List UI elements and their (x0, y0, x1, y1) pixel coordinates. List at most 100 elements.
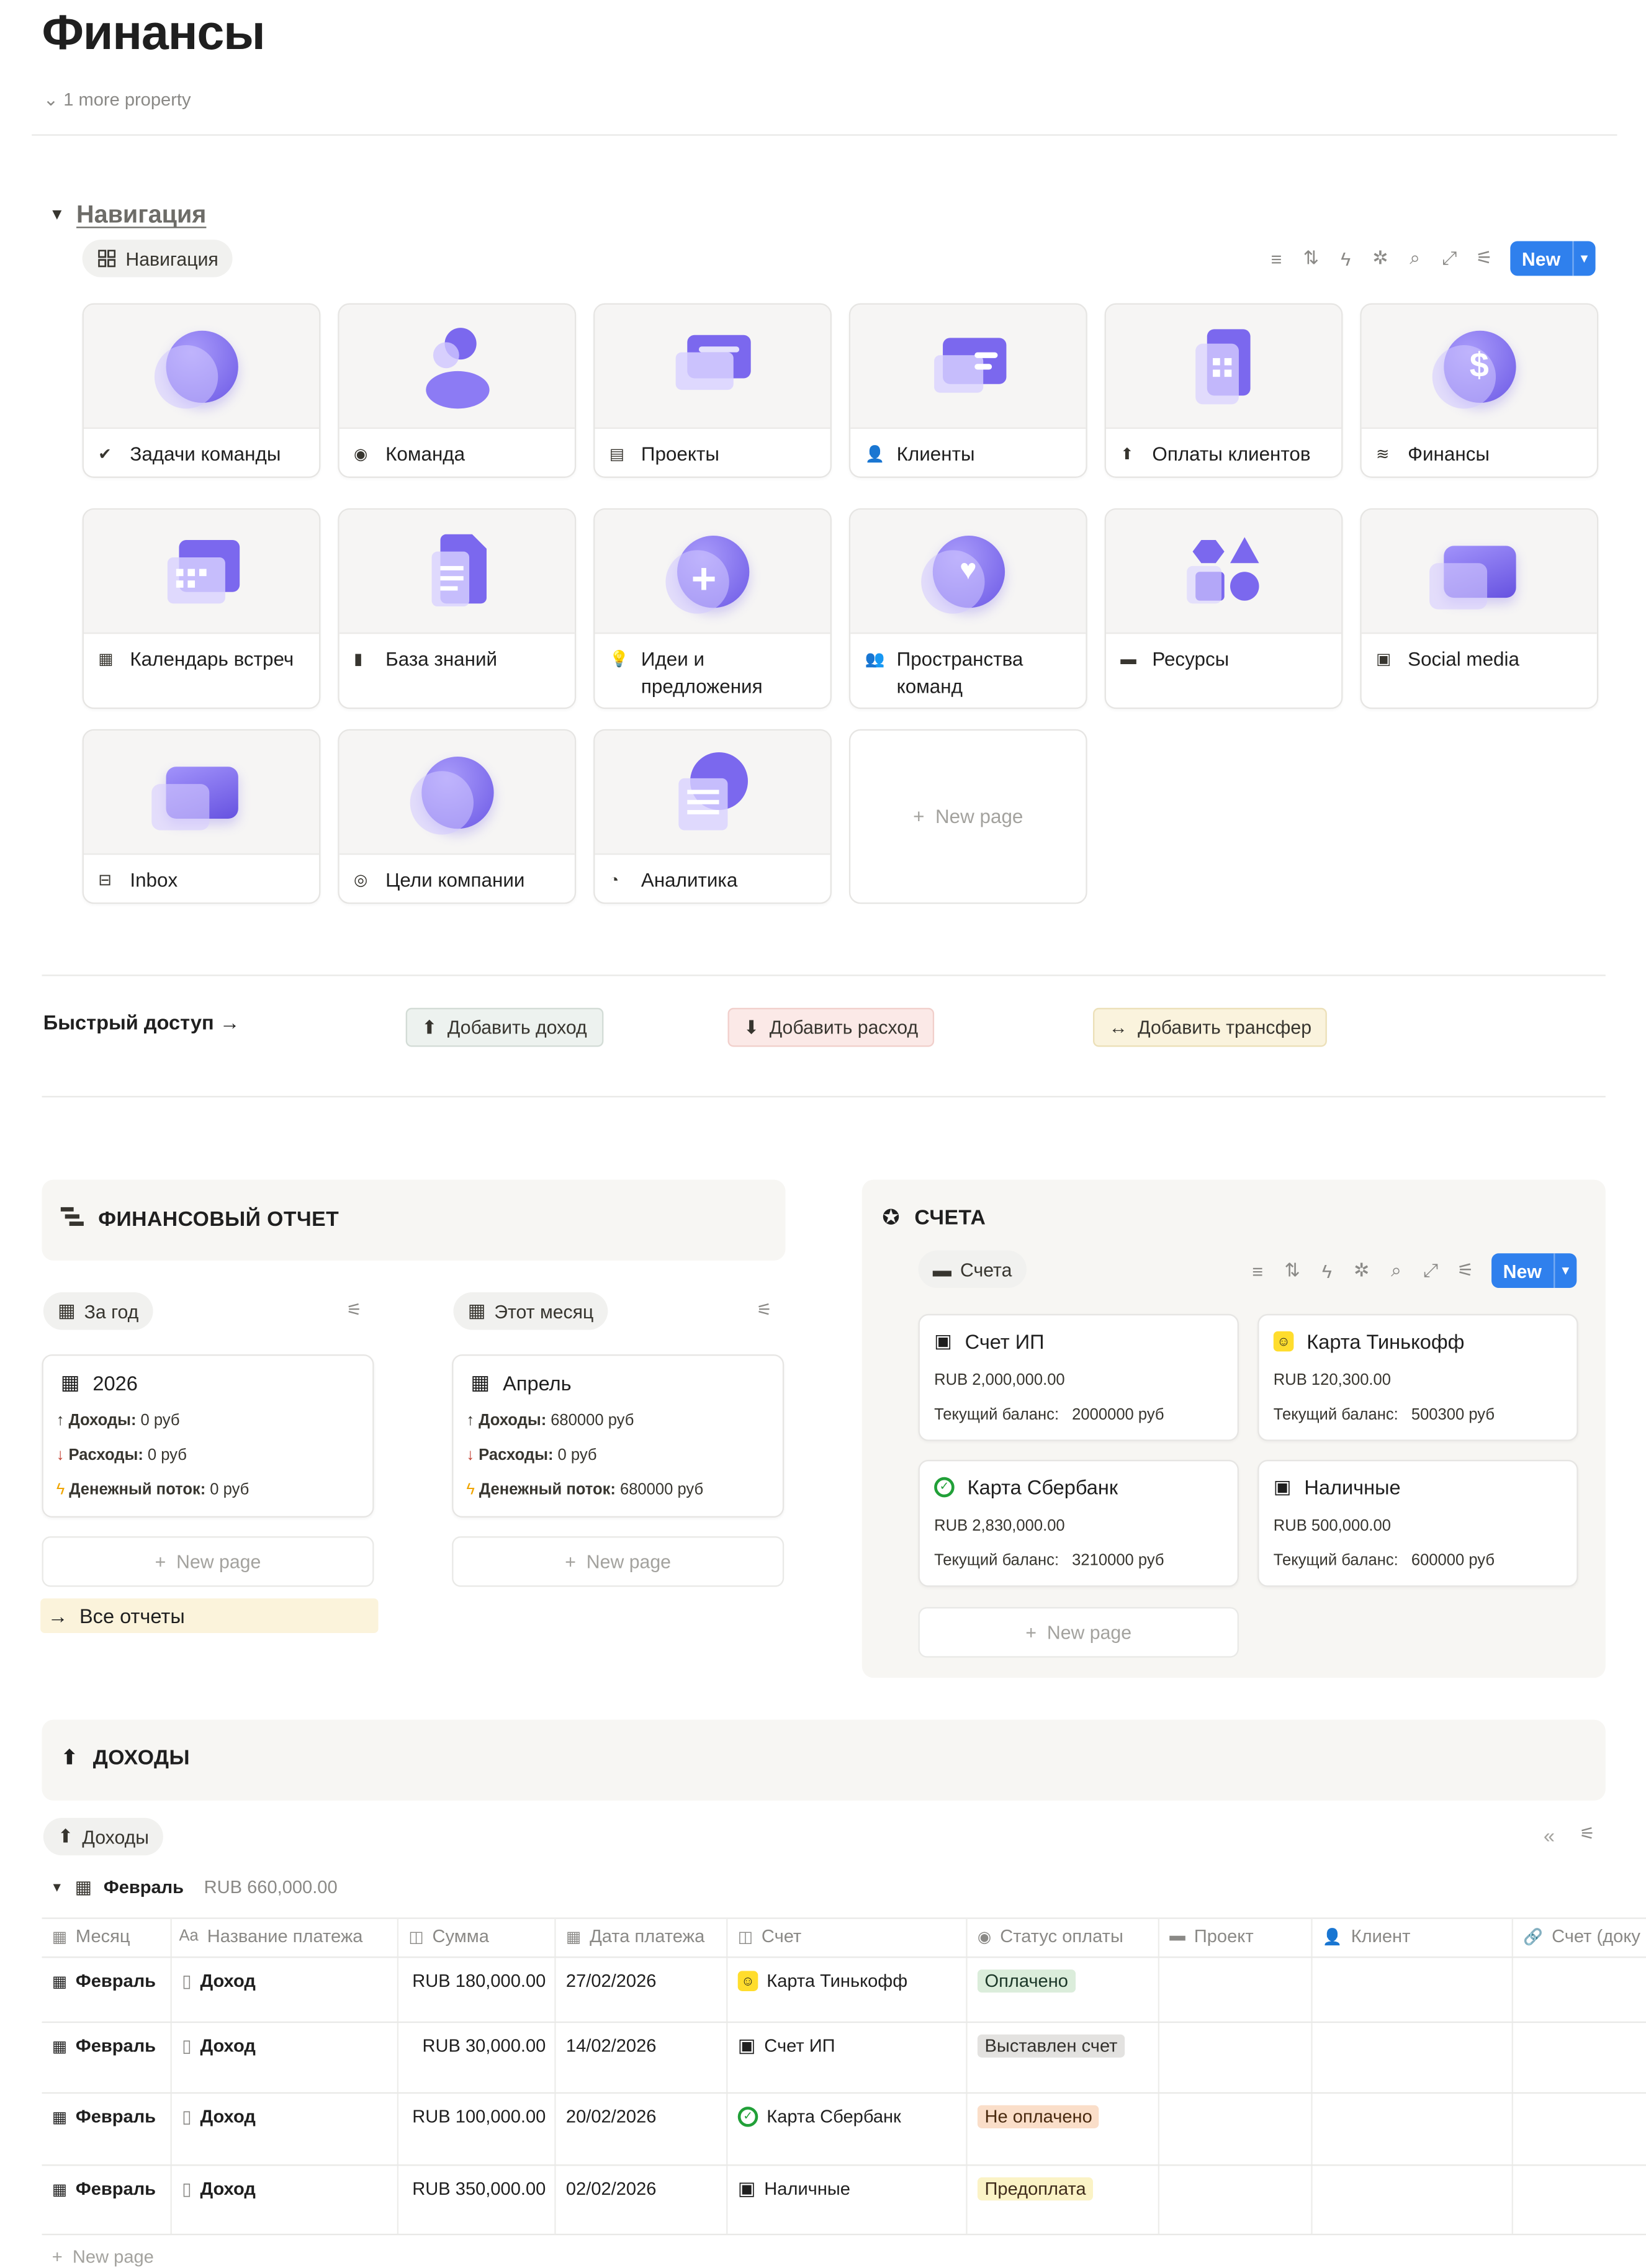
cell-sum[interactable]: RUB 30,000.00 (402, 2032, 546, 2061)
filter-icon[interactable]: ≡ (1265, 248, 1288, 269)
navigation-toggle[interactable]: ▼ Навигация (49, 200, 206, 230)
report-card-month[interactable]: ▦ Апрель ↑ Доходы: 680000 руб ↓ Расходы: 0 ру… (452, 1354, 785, 1518)
tab-dohody[interactable]: ⬆ Доходы (43, 1817, 164, 1856)
automation-icon[interactable]: ϟ (1334, 248, 1357, 269)
tab-scheta[interactable]: ▬ Счета (918, 1250, 1027, 1289)
expand-icon[interactable]: ⤢ (1419, 1259, 1442, 1282)
cell-sum[interactable]: RUB 350,000.00 (402, 2174, 546, 2203)
collapse-icon[interactable]: « (1544, 1824, 1555, 1847)
page-icon: ▯ (182, 1971, 192, 1991)
gallery-card[interactable]: ✔ Задачи команды (82, 303, 321, 479)
settings-icon[interactable]: ⚟ (1580, 1824, 1595, 1844)
card-cover (595, 731, 830, 855)
cell-month[interactable]: ▦ Февраль (52, 2174, 156, 2203)
ai-icon[interactable]: ✲ (1369, 247, 1392, 270)
cell-status[interactable]: Выставлен счет (977, 2032, 1125, 2061)
column-header[interactable]: ◫ Сумма (408, 1917, 489, 1955)
settings-icon[interactable]: ⚟ (1473, 247, 1496, 270)
cell-account[interactable]: ☺ Карта Тинькофф (737, 1966, 907, 1996)
column-header[interactable]: ▦ Месяц (52, 1917, 130, 1955)
search-icon[interactable]: ⌕ (1403, 247, 1426, 270)
add-income-button[interactable]: ⬆ Добавить доход (405, 1007, 603, 1047)
tab-navigation[interactable]: Навигация (82, 240, 233, 277)
card-cover (339, 731, 575, 855)
lightning-icon: ϟ (466, 1481, 475, 1499)
cell-name[interactable]: ▯ Доход (182, 2174, 256, 2203)
tab-etot-mesyac[interactable]: ▦ Этот месяц (453, 1292, 608, 1330)
gallery-card[interactable]: ▤ Проекты (593, 303, 832, 479)
gallery-card[interactable]: ◔ Аналитика (593, 729, 832, 904)
gallery-card[interactable]: ▬ Ресурсы (1104, 508, 1343, 709)
search-icon[interactable]: ⌕ (1385, 1259, 1408, 1282)
chevron-down-icon[interactable]: ▾ (1553, 1253, 1576, 1289)
view-settings-icon[interactable]: ⚟ (757, 1300, 772, 1320)
column-header[interactable]: ◫ Счет (738, 1917, 802, 1955)
add-expense-button[interactable]: ⬇ Добавить расход (727, 1007, 934, 1047)
accounts-new-button[interactable]: New ▾ (1491, 1253, 1576, 1289)
cell-status[interactable]: Предоплата (977, 2174, 1094, 2203)
cell-account[interactable]: ▣ Наличные (738, 2174, 850, 2203)
expand-icon[interactable]: ⤢ (1438, 247, 1461, 270)
tab-za-god[interactable]: ▦ За год (43, 1292, 153, 1330)
account-card[interactable]: ▣ Наличные RUB 500,000.00 Текущий баланс: 6… (1257, 1459, 1578, 1587)
gallery-card[interactable]: ▮ База знаний (338, 508, 577, 709)
cell-date[interactable]: 14/02/2026 (566, 2032, 657, 2061)
gallery-card[interactable]: ⬆ Оплаты клиентов (1104, 303, 1343, 479)
cell-date[interactable]: 20/02/2026 (566, 2102, 657, 2131)
gallery-card[interactable]: ◉ Команда (338, 303, 577, 479)
cell-name[interactable]: ▯ Доход (182, 2032, 256, 2061)
cell-name[interactable]: ▯ Доход (182, 1966, 256, 1996)
add-transfer-button[interactable]: ↔ Добавить трансфер (1093, 1007, 1328, 1047)
column-header[interactable]: 🔗 Счет (доку (1523, 1917, 1640, 1955)
ai-icon[interactable]: ✲ (1350, 1259, 1373, 1282)
new-page-card[interactable]: + New page (848, 729, 1087, 904)
column-header[interactable]: ▦ Дата платежа (566, 1917, 704, 1955)
arrow-up-circle-icon: ⬆ (60, 1747, 79, 1771)
cell-month[interactable]: ▦ Февраль (52, 1966, 156, 1996)
arrow-down-icon: ↓ (466, 1446, 475, 1464)
cell-account[interactable]: ✓ Карта Сбербанк (737, 2102, 901, 2131)
cell-status[interactable]: Не оплачено (977, 2102, 1100, 2131)
gallery-card[interactable]: ⊟ Inbox (82, 729, 321, 904)
new-page-button[interactable]: + New page (42, 1536, 374, 1587)
all-reports-link[interactable]: → Все отчеты (40, 1598, 379, 1634)
navigation-new-button[interactable]: New ▾ (1510, 241, 1596, 276)
gallery-card[interactable]: ◎ Цели компании (338, 729, 577, 904)
chevron-down-icon[interactable]: ▾ (1572, 241, 1595, 276)
cell-account[interactable]: ▣ Счет ИП (738, 2032, 835, 2061)
account-card[interactable]: ▣ Счет ИП RUB 2,000,000.00 Текущий баланс: … (918, 1313, 1239, 1441)
gallery-card[interactable]: $ ≋ Финансы (1360, 303, 1599, 479)
account-card[interactable]: ☺ Карта Тинькофф RUB 120,300.00 Текущий бал… (1257, 1313, 1578, 1441)
cell-month[interactable]: ▦ Февраль (52, 2102, 156, 2131)
column-header[interactable]: 👤 Клиент (1323, 1917, 1411, 1955)
gallery-card[interactable]: ♥ 👥 Пространства команд (848, 508, 1087, 709)
more-properties-toggle[interactable]: ⌄ 1 more property (43, 88, 191, 110)
sort-icon[interactable]: ⇅ (1280, 1259, 1303, 1282)
group-header-fevral[interactable]: ▼ ▦ Февраль RUB 660,000.00 (50, 1876, 337, 1897)
cell-name[interactable]: ▯ Доход (182, 2102, 256, 2131)
column-header[interactable]: ▬ Проект (1169, 1917, 1253, 1955)
cell-sum[interactable]: RUB 180,000.00 (402, 1966, 546, 1996)
view-settings-icon[interactable]: ⚟ (346, 1300, 362, 1320)
cell-date[interactable]: 02/02/2026 (566, 2174, 657, 2203)
gallery-card[interactable]: ▣ Social media (1360, 508, 1599, 709)
new-page-button[interactable]: + New page (918, 1607, 1239, 1658)
new-page-button[interactable]: + New page (452, 1536, 785, 1587)
new-page-row[interactable]: + New page (52, 2247, 154, 2267)
filter-icon[interactable]: ≡ (1246, 1260, 1269, 1282)
column-header[interactable]: ◉ Статус оплаты (978, 1917, 1123, 1955)
automation-icon[interactable]: ϟ (1315, 1260, 1338, 1282)
report-card-year[interactable]: ▦ 2026 ↑ Доходы: 0 руб ↓ Расходы: 0 руб ϟ Дене… (42, 1354, 374, 1518)
sort-icon[interactable]: ⇅ (1300, 247, 1323, 270)
cell-month[interactable]: ▦ Февраль (52, 2032, 156, 2061)
gallery-card[interactable]: + 💡 Идеи и предложения (593, 508, 832, 709)
cell-sum[interactable]: RUB 100,000.00 (402, 2102, 546, 2131)
cell-date[interactable]: 27/02/2026 (566, 1966, 657, 1996)
column-header[interactable]: Aa Название платежа (179, 1917, 362, 1955)
account-card[interactable]: ✓ Карта Сбербанк RUB 2,830,000.00 Текущий б… (918, 1459, 1239, 1587)
account-amount: RUB 2,000,000.00 (934, 1371, 1065, 1389)
gallery-card[interactable]: ▦ Календарь встреч (82, 508, 321, 709)
cell-status[interactable]: Оплачено (977, 1966, 1076, 1996)
settings-icon[interactable]: ⚟ (1454, 1259, 1477, 1282)
gallery-card[interactable]: 👤 Клиенты (848, 303, 1087, 479)
